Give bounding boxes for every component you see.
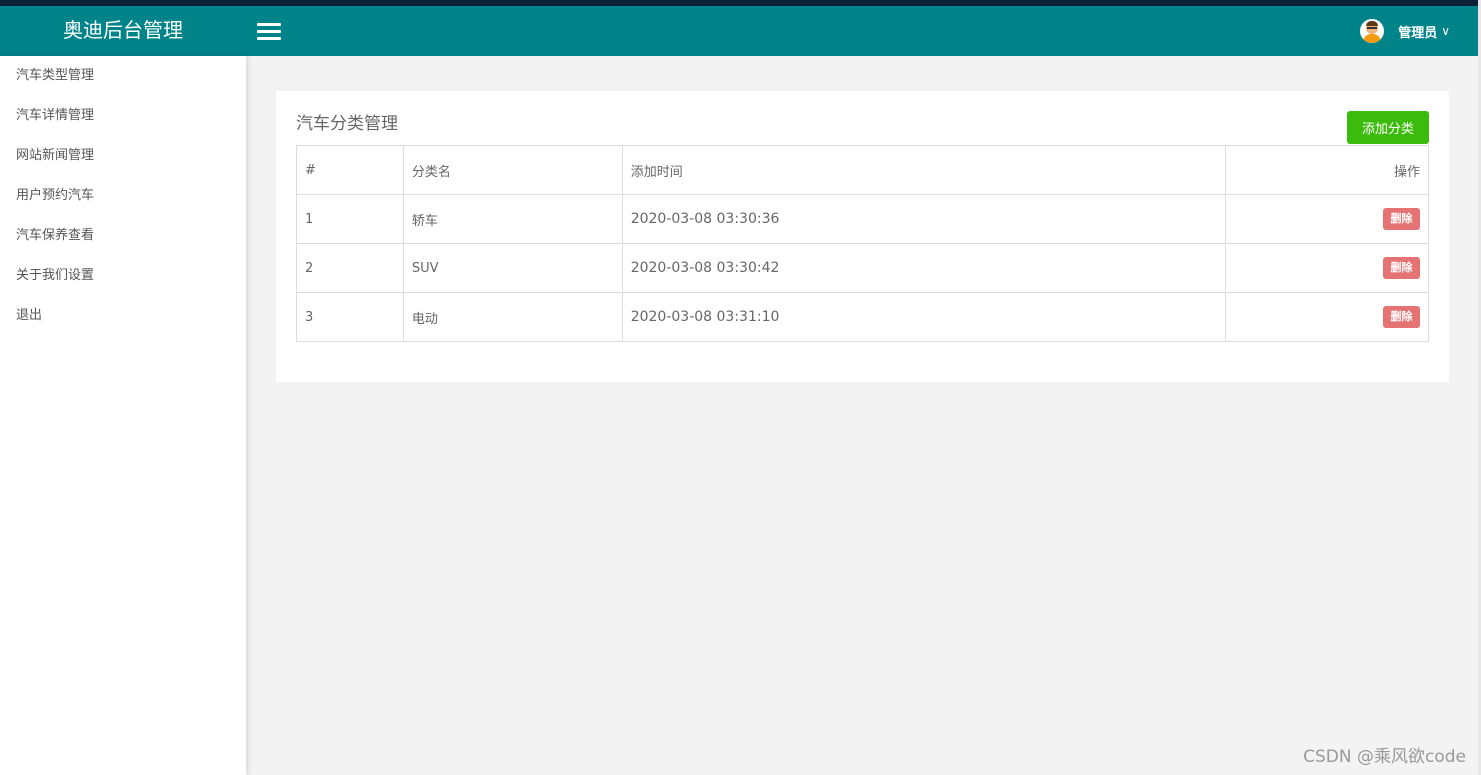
cell-action: 删除: [1225, 243, 1429, 293]
cell-time: 2020-03-08 03:31:10: [621, 292, 1227, 342]
table-header-row: # 分类名 添加时间 操作: [296, 145, 1429, 195]
table-row: 2 SUV 2020-03-08 03:30:42 删除: [296, 243, 1429, 293]
cell-id: 3: [296, 292, 404, 342]
sidebar-item-logout[interactable]: 退出: [0, 296, 246, 336]
category-table: # 分类名 添加时间 操作 1 轿车 2020-03-08 03:30:36 删…: [296, 145, 1429, 342]
sidebar-item-news[interactable]: 网站新闻管理: [0, 136, 246, 176]
cell-name: SUV: [402, 243, 623, 293]
column-header-name: 分类名: [402, 145, 623, 195]
cell-time: 2020-03-08 03:30:36: [621, 194, 1227, 244]
cell-action: 删除: [1225, 292, 1429, 342]
column-header-action: 操作: [1225, 145, 1429, 195]
add-category-button[interactable]: 添加分类: [1347, 111, 1429, 144]
cell-time: 2020-03-08 03:30:42: [621, 243, 1227, 293]
page-title: 汽车分类管理: [296, 114, 398, 134]
cell-id: 1: [296, 194, 404, 244]
sidebar-item-car-details[interactable]: 汽车详情管理: [0, 96, 246, 136]
avatar-icon: [1360, 19, 1385, 43]
chevron-down-icon: ∨: [1441, 24, 1450, 38]
sidebar-item-car-types[interactable]: 汽车类型管理: [0, 56, 246, 96]
cell-action: 删除: [1225, 194, 1429, 244]
delete-button[interactable]: 删除: [1383, 208, 1420, 230]
brand-title: 奥迪后台管理: [63, 18, 183, 42]
column-header-time: 添加时间: [621, 145, 1227, 195]
column-header-id: #: [296, 145, 404, 195]
sidebar-item-reservations[interactable]: 用户预约汽车: [0, 176, 246, 216]
user-name: 管理员: [1398, 25, 1438, 41]
sidebar: 汽车类型管理 汽车详情管理 网站新闻管理 用户预约汽车 汽车保养查看 关于我们设…: [0, 56, 246, 775]
cell-name: 电动: [402, 292, 623, 342]
cell-id: 2: [296, 243, 404, 293]
sidebar-item-maintenance[interactable]: 汽车保养查看: [0, 216, 246, 256]
sidebar-item-about[interactable]: 关于我们设置: [0, 256, 246, 296]
table-row: 1 轿车 2020-03-08 03:30:36 删除: [296, 194, 1429, 244]
content-panel: 汽车分类管理 添加分类 # 分类名 添加时间 操作 1 轿车 2020-03-0…: [276, 91, 1449, 382]
delete-button[interactable]: 删除: [1383, 306, 1420, 328]
delete-button[interactable]: 删除: [1383, 257, 1420, 279]
table-row: 3 电动 2020-03-08 03:31:10 删除: [296, 292, 1429, 342]
header-bar: 奥迪后台管理 管理员 ∨: [0, 6, 1478, 56]
watermark: CSDN @乘风欲code: [1303, 747, 1466, 767]
user-menu[interactable]: 管理员 ∨: [1360, 6, 1450, 56]
cell-name: 轿车: [402, 194, 623, 244]
hamburger-icon[interactable]: [257, 23, 281, 41]
